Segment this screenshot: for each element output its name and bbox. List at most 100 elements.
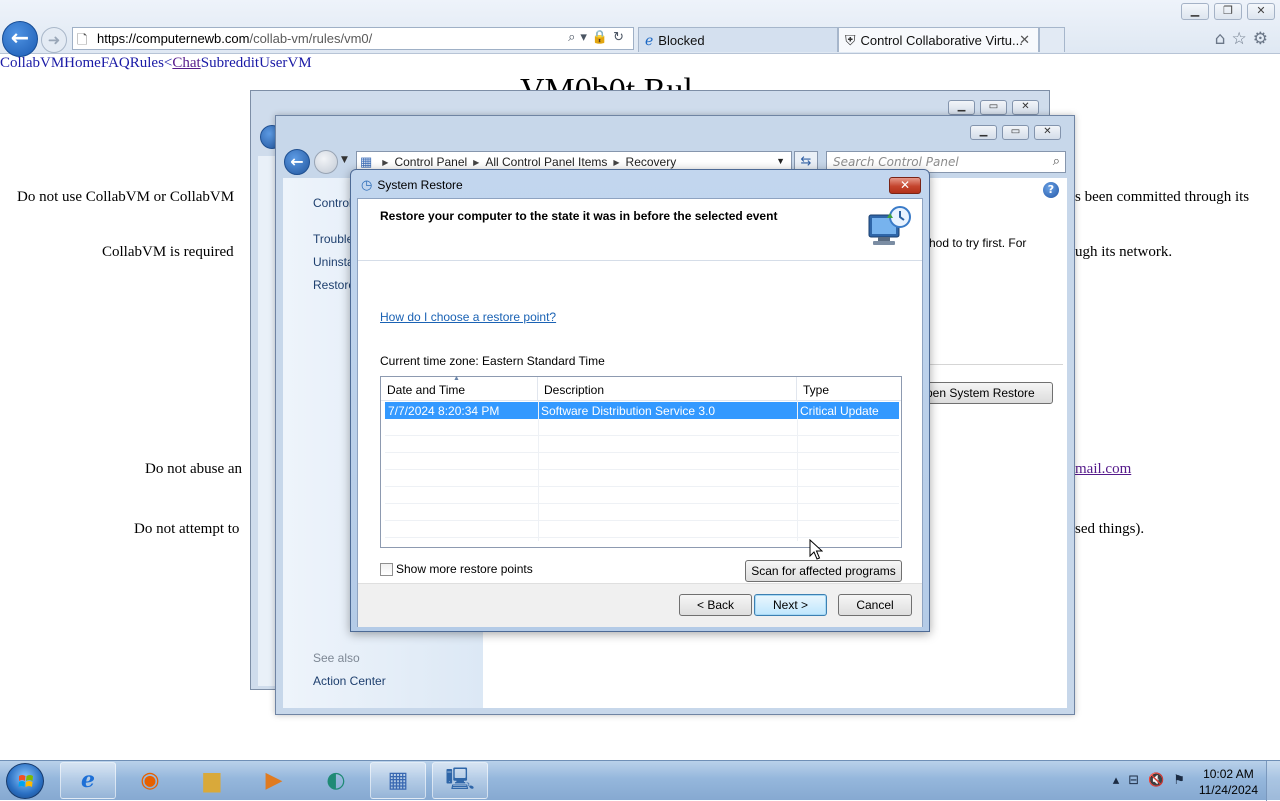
tab-control-collaborative[interactable]: ⛨ Control Collaborative Virtu... ✕ [838,27,1039,52]
help-icon[interactable]: ? [1043,182,1059,198]
email-link[interactable]: mail.com [1075,461,1131,478]
nav-chat[interactable]: Chat [172,55,200,71]
rule-text-2a: CollabVM is required [102,244,234,260]
empty-row [385,436,899,453]
system-restore-dialog[interactable]: ◷ System Restore ✕ Restore your computer… [350,169,930,632]
dialog-header: Restore your computer to the state it wa… [358,199,922,261]
column-date-time[interactable]: ▲ Date and Time [381,375,538,401]
browser-back-button[interactable]: ← [2,21,38,57]
dialog-heading: Restore your computer to the state it wa… [380,209,778,223]
empty-row [385,453,899,470]
cancel-button[interactable]: Cancel [838,594,912,616]
taskbar-firefox-icon[interactable]: ◉ [122,762,178,799]
back-button[interactable]: < Back [679,594,752,616]
minimize-button[interactable]: ▁ [970,125,997,140]
show-more-label: Show more restore points [396,562,533,576]
taskbar-system-restore-icon[interactable]: 🖳 [432,762,488,799]
column-divider [797,401,798,541]
browser-home-fav-settings-icons[interactable]: ⌂☆⚙ [1215,29,1274,49]
cell-description: Software Distribution Service 3.0 [541,404,716,418]
close-button[interactable]: ✕ [1034,125,1061,140]
open-system-restore-button[interactable]: pen System Restore [913,382,1053,404]
nav-rules[interactable]: Rules [130,55,164,71]
back-button[interactable]: ← [284,149,310,175]
maximize-button[interactable]: ▭ [980,100,1007,115]
sidebar-item-restore[interactable]: Restore [313,278,355,292]
timezone-label: Current time zone: Eastern Standard Time [380,354,605,368]
tab-close-icon[interactable]: ✕ [1019,32,1030,48]
column-divider [538,401,539,541]
start-button[interactable] [6,763,44,799]
sidebar-item-action-center[interactable]: Action Center [313,674,386,688]
close-button[interactable]: ✕ [889,177,921,194]
empty-row [385,487,899,504]
column-type[interactable]: Type [797,377,901,401]
empty-row [385,504,899,521]
nav-collabvm[interactable]: CollabVM [0,55,64,71]
taskbar-internet-explorer-icon[interactable]: ℯ [60,762,116,799]
computer-restore-icon [868,206,911,245]
breadcrumb-all-items[interactable]: All Control Panel Items [485,155,607,169]
taskbar-control-panel-icon[interactable]: ▦ [370,762,426,799]
chevron-right-icon[interactable]: ▶ [613,158,619,167]
forward-button[interactable] [314,150,338,174]
tab-label: Control Collaborative Virtu... [860,32,1023,48]
show-more-restore-points[interactable]: Show more restore points [380,562,533,576]
sidebar-item-troubleshooting[interactable]: Trouble [313,232,353,246]
taskbar-media-player-icon[interactable]: ▶ [246,762,302,799]
dialog-main: How do I choose a restore point? Current… [358,262,922,582]
rule-text-4a: Do not attempt to [134,521,240,537]
empty-row [385,470,899,487]
browser-restore-button[interactable]: ❐ [1214,3,1242,20]
clock-date: 11/24/2024 [1198,783,1258,797]
ie-tab-icon: ℯ [645,31,654,48]
breadcrumb-control-panel[interactable]: Control Panel [394,155,467,169]
maximize-button[interactable]: ▭ [1002,125,1029,140]
sidebar-item-control-panel-home[interactable]: Control [313,196,352,210]
nav-uservm[interactable]: UserVM [259,55,312,71]
sidebar-item-uninstall[interactable]: Uninsta [313,255,354,269]
taskbar-globe-browser-icon[interactable]: ◐ [308,762,364,799]
show-more-checkbox[interactable] [380,562,393,576]
recent-pages-chevron-icon[interactable]: ▼ [341,155,348,165]
chevron-right-icon[interactable]: ▶ [473,158,479,167]
table-row[interactable]: 7/7/2024 8:20:34 PM Software Distributio… [385,402,899,419]
rule-text-1a: Do not use CollabVM or CollabVM [17,189,235,205]
address-bar[interactable]: 🗋 https://computernewb.com/collab-vm/rul… [72,27,634,50]
table-header: ▲ Date and Time Description Type [381,375,901,401]
dialog-title-text: System Restore [377,178,463,192]
column-description[interactable]: Description [538,377,797,401]
search-icon[interactable]: ⌕ [1053,154,1060,169]
rule-text-2b: ugh its network. [1075,244,1173,260]
empty-row [385,419,899,436]
browser-forward-button[interactable]: ➜ [41,27,67,53]
browser-toolbar: ▁ ❐ ✕ ➜ 🗋 https://computernewb.com/colla… [0,0,1280,54]
tab-blocked[interactable]: ℯ Blocked [638,27,838,52]
minimize-button[interactable]: ▁ [948,100,975,115]
next-button[interactable]: Next > [754,594,827,616]
system-tray-icons[interactable]: ▴⊟🔇⚑ [1113,773,1194,788]
chevron-right-icon[interactable]: ▶ [382,158,388,167]
breadcrumb-recovery[interactable]: Recovery [626,155,677,169]
taskbar-file-explorer-icon[interactable]: ▆ [184,762,240,799]
empty-row [385,521,899,538]
show-desktop-button[interactable] [1266,761,1280,801]
nav-subreddit[interactable]: Subreddit [201,55,259,71]
new-tab-button[interactable] [1039,27,1065,52]
sort-arrow-icon: ▲ [453,375,460,382]
chevron-down-icon[interactable]: ▼ [776,156,785,166]
clock[interactable]: 10:02 AM 11/24/2024 [1199,766,1258,798]
scan-affected-programs-button[interactable]: Scan for affected programs [745,560,902,582]
browser-minimize-button[interactable]: ▁ [1181,3,1209,20]
nav-home[interactable]: Home [64,55,101,71]
address-actions-icons[interactable]: ⌕▾🔒↻ [568,30,629,45]
browser-close-button[interactable]: ✕ [1247,3,1275,20]
site-nav: CollabVMHomeFAQRules<ChatSubredditUserVM [0,55,312,72]
nav-faq[interactable]: FAQ [101,55,130,71]
close-button[interactable]: ✕ [1012,100,1039,115]
dialog-title: ◷ System Restore [361,177,463,193]
clock-time: 10:02 AM [1203,767,1254,781]
restore-points-table[interactable]: ▲ Date and Time Description Type 7/7/202… [380,375,902,548]
cell-date-time: 7/7/2024 8:20:34 PM [388,404,500,418]
help-restore-point-link[interactable]: How do I choose a restore point? [380,310,556,324]
